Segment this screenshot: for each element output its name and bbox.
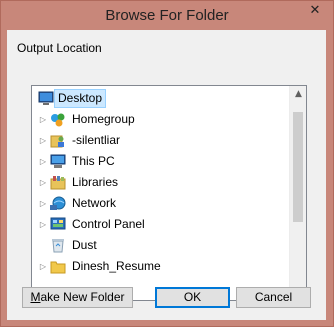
- ok-button[interactable]: OK: [155, 287, 230, 308]
- tree-item-network[interactable]: ▷ Network: [32, 193, 288, 214]
- tree-item-label: Libraries: [72, 175, 119, 189]
- expand-arrow-icon[interactable]: ▷: [38, 214, 48, 235]
- network-icon: [50, 196, 66, 211]
- tree-item-dinesh-resume[interactable]: ▷ Dinesh_Resume: [32, 256, 288, 277]
- tree-item-control-panel[interactable]: ▷ Control Panel: [32, 214, 288, 235]
- expand-arrow-icon[interactable]: ▷: [38, 130, 48, 151]
- tree-scrollbar[interactable]: ▲ ▼: [289, 86, 306, 300]
- tree-item-label: Control Panel: [72, 217, 145, 231]
- button-label: ake New Folder: [40, 290, 125, 304]
- desktop-icon: [38, 91, 54, 106]
- homegroup-icon: [50, 112, 66, 127]
- dialog-client: Output Location Desktop ▷ Homegroup ▷ -s…: [7, 30, 326, 320]
- button-label: Cancel: [254, 290, 293, 304]
- close-icon: ✕: [309, 3, 321, 18]
- description-label: Output Location: [17, 41, 102, 55]
- expand-arrow-icon[interactable]: ▷: [38, 109, 48, 130]
- tree-item-user[interactable]: ▷ -silentliar: [32, 130, 288, 151]
- tree-item-label: Network: [72, 196, 117, 210]
- expand-arrow-icon[interactable]: ▷: [38, 172, 48, 193]
- tree-item-homegroup[interactable]: ▷ Homegroup: [32, 109, 288, 130]
- make-new-folder-button[interactable]: Make New Folder: [22, 287, 133, 308]
- window-title: Browse For Folder: [105, 7, 229, 24]
- tree-item-dust[interactable]: Dust: [32, 235, 288, 256]
- tree-item-label: This PC: [72, 154, 115, 168]
- control-panel-icon: [50, 217, 66, 232]
- expand-arrow-icon[interactable]: ▷: [38, 151, 48, 172]
- user-folder-icon: [50, 133, 66, 148]
- tree-item-desktop[interactable]: Desktop: [32, 88, 288, 109]
- expand-arrow-icon[interactable]: ▷: [38, 193, 48, 214]
- tree-item-label: Desktop: [54, 89, 107, 108]
- scroll-up-arrow-icon[interactable]: ▲: [290, 86, 306, 103]
- button-label-mnemonic: M: [30, 290, 41, 304]
- tree-item-label: Dust: [72, 238, 97, 252]
- tree-item-this-pc[interactable]: ▷ This PC: [32, 151, 288, 172]
- libraries-icon: [50, 175, 66, 190]
- close-button[interactable]: ✕: [303, 1, 327, 21]
- tree-item-label: Homegroup: [72, 112, 135, 126]
- folder-icon: [50, 259, 66, 274]
- folder-tree[interactable]: Desktop ▷ Homegroup ▷ -silentliar ▷ This…: [31, 85, 307, 301]
- scroll-thumb[interactable]: [293, 112, 303, 222]
- tree-item-label: Dinesh_Resume: [72, 259, 161, 273]
- computer-icon: [50, 154, 66, 169]
- recycle-bin-icon: [50, 238, 66, 253]
- tree-item-libraries[interactable]: ▷ Libraries: [32, 172, 288, 193]
- expand-arrow-icon[interactable]: ▷: [38, 256, 48, 277]
- cancel-button[interactable]: Cancel: [236, 287, 311, 308]
- tree-item-label: -silentliar: [72, 133, 121, 147]
- button-label: OK: [183, 290, 202, 304]
- title-bar[interactable]: Browse For Folder ✕: [0, 0, 334, 34]
